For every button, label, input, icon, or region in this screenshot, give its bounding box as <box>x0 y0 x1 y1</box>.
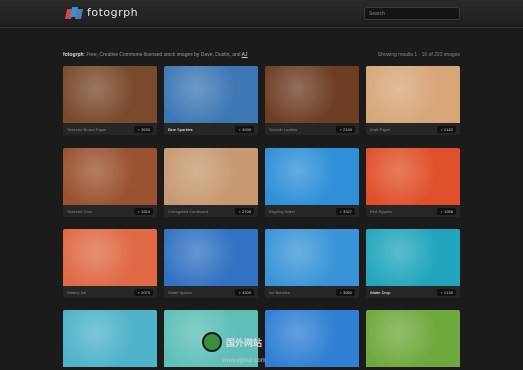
download-count: 3939 <box>235 125 254 133</box>
image-thumbnail[interactable] <box>164 66 258 123</box>
image-title[interactable]: Rippling Water <box>269 209 295 214</box>
image-thumbnail[interactable] <box>63 310 157 367</box>
card-meta: Blue Sparkles 3939 <box>164 123 258 135</box>
watermark-url: www.egouz.com <box>222 358 266 364</box>
image-title[interactable]: Kraft Paper <box>370 127 390 132</box>
download-count: 2182 <box>437 125 456 133</box>
card-meta: Textured Brown Paper 3530 <box>63 123 157 135</box>
logo[interactable]: fotogrph <box>64 6 139 19</box>
image-title[interactable]: Red Ripples <box>370 209 392 214</box>
download-count: 2070 <box>134 288 153 296</box>
search-input[interactable]: Search <box>364 7 460 20</box>
card-meta: Smooth Leather 2149 <box>265 123 359 135</box>
intro-text: fotogrph: Free, Creative Commons-license… <box>63 52 248 59</box>
image-card[interactable] <box>63 310 157 367</box>
top-bar: fotogrph Search <box>0 0 523 28</box>
image-title[interactable]: Watery Ink <box>67 290 86 295</box>
image-thumbnail[interactable] <box>164 148 258 205</box>
image-card[interactable]: Corrugated Cardboard 2708 <box>164 148 258 217</box>
card-meta: Watery Ink 2070 <box>63 286 157 298</box>
image-card[interactable]: Water Splash 4200 <box>164 229 258 298</box>
image-card[interactable]: Kraft Paper 2182 <box>366 66 460 135</box>
download-count: 2130 <box>437 288 456 296</box>
download-count: 3327 <box>336 207 355 215</box>
image-title[interactable]: Water Splash <box>168 290 192 295</box>
intro-description: : Free, Creative Commons-licensed stock … <box>83 52 242 58</box>
watermark: 国外网站 <box>202 332 262 352</box>
intro-brand: fotogrph <box>63 52 84 58</box>
image-thumbnail[interactable] <box>265 66 359 123</box>
card-meta: Ice Bubbles 3950 <box>265 286 359 298</box>
card-meta: Water Splash 4200 <box>164 286 258 298</box>
image-card[interactable] <box>366 310 460 367</box>
image-thumbnail[interactable] <box>265 310 359 367</box>
image-card[interactable]: Water Drop 2130 <box>366 229 460 298</box>
image-card[interactable]: Blue Sparkles 3939 <box>164 66 258 135</box>
results-count: Showing results 1 - 16 of 223 images <box>377 52 460 58</box>
image-card[interactable]: Textured Cork 3324 <box>63 148 157 217</box>
image-title[interactable]: Water Drop <box>370 290 390 295</box>
image-card[interactable]: Rippling Water 3327 <box>265 148 359 217</box>
download-count: 4200 <box>235 288 254 296</box>
download-count: 1958 <box>437 207 456 215</box>
image-thumbnail[interactable] <box>63 148 157 205</box>
download-count: 3324 <box>134 207 153 215</box>
image-title[interactable]: Smooth Leather <box>269 127 297 132</box>
image-thumbnail[interactable] <box>63 229 157 286</box>
image-card[interactable]: Textured Brown Paper 3530 <box>63 66 157 135</box>
image-thumbnail[interactable] <box>265 148 359 205</box>
download-count: 2149 <box>336 125 355 133</box>
watermark-icon <box>202 332 222 352</box>
logo-text: fotogrph <box>87 6 139 19</box>
image-title[interactable]: Ice Bubbles <box>269 290 290 295</box>
image-card[interactable]: Ice Bubbles 3950 <box>265 229 359 298</box>
image-thumbnail[interactable] <box>265 229 359 286</box>
image-thumbnail[interactable] <box>366 66 460 123</box>
image-title[interactable]: Textured Brown Paper <box>67 127 107 132</box>
watermark-text: 国外网站 <box>226 337 263 348</box>
intro-link[interactable]: AJ <box>242 52 248 58</box>
image-card[interactable]: Smooth Leather 2149 <box>265 66 359 135</box>
image-thumbnail[interactable] <box>63 66 157 123</box>
card-meta: Water Drop 2130 <box>366 286 460 298</box>
image-card[interactable]: Red Ripples 1958 <box>366 148 460 217</box>
image-thumbnail[interactable] <box>366 229 460 286</box>
image-thumbnail[interactable] <box>164 229 258 286</box>
image-title[interactable]: Corrugated Cardboard <box>168 209 208 214</box>
card-meta: Red Ripples 1958 <box>366 205 460 217</box>
card-meta: Kraft Paper 2182 <box>366 123 460 135</box>
image-title[interactable]: Textured Cork <box>67 209 92 214</box>
card-meta: Corrugated Cardboard 2708 <box>164 205 258 217</box>
image-title[interactable]: Blue Sparkles <box>168 127 193 132</box>
image-thumbnail[interactable] <box>366 148 460 205</box>
download-count: 3950 <box>336 288 355 296</box>
image-thumbnail[interactable] <box>366 310 460 367</box>
card-meta: Rippling Water 3327 <box>265 205 359 217</box>
card-meta: Textured Cork 3324 <box>63 205 157 217</box>
logo-icon <box>64 6 84 19</box>
image-card[interactable] <box>265 310 359 367</box>
download-count: 2708 <box>235 207 254 215</box>
download-count: 3530 <box>134 125 153 133</box>
image-card[interactable]: Watery Ink 2070 <box>63 229 157 298</box>
